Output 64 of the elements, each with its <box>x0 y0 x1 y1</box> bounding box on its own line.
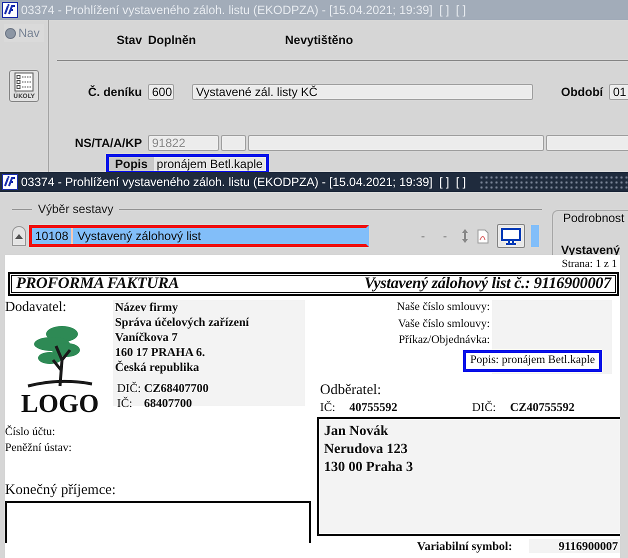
description-text: Popis: pronájem Betl.kaple <box>463 350 602 372</box>
id-value: 40755592 <box>349 400 398 414</box>
up-arrow-icon <box>15 234 23 238</box>
window-title: 03374 - Prohlížení vystaveného záloh. listu (EKODPZA) - [15.04.2021; 19:39] [ ] [ ] <box>21 3 466 17</box>
variable-symbol: 9116900007 <box>529 539 620 553</box>
section-label: Dodavatel: <box>5 300 68 316</box>
address-line: Vaníčkova 7 <box>115 330 179 345</box>
resize-icon[interactable] <box>461 228 469 244</box>
description-field[interactable]: pronájem Betl.kaple <box>154 157 266 171</box>
logo-text: LOGO <box>20 390 99 418</box>
bank-label: Peněžní ústav: <box>5 441 73 456</box>
reference-label: Příkaz/Objednávka: <box>398 333 491 348</box>
screen-output-button[interactable] <box>497 224 525 248</box>
journal-number-field[interactable]: 600 <box>148 84 174 100</box>
scroll-up-button[interactable] <box>12 226 26 246</box>
id-value: 68407700 <box>144 396 192 411</box>
group-legend: Podrobnost <box>561 211 626 225</box>
reference-label: Naše číslo smlouvy: <box>396 300 491 315</box>
address-line: Název firmy <box>115 300 179 315</box>
field-label: NS/TA/A/KP <box>74 136 142 150</box>
address-line: Nerudova 123 <box>324 441 409 459</box>
input-field[interactable] <box>546 135 628 151</box>
bank-label: Číslo účtu: <box>5 424 56 440</box>
field-label: Popis <box>109 157 154 171</box>
empty-value: - <box>443 229 447 243</box>
section-label: Odběratel: <box>320 382 382 399</box>
id-label: IČ: <box>320 400 336 414</box>
id-value: CZ40755592 <box>510 400 575 414</box>
report-row[interactable]: 10108 Vystavený zálohový list <box>29 225 369 247</box>
input-field[interactable] <box>221 135 246 151</box>
empty-value: - <box>421 229 425 243</box>
selection-bar <box>531 225 539 247</box>
id-label: DIČ: <box>117 381 140 396</box>
address-line: Jan Novák <box>324 423 390 441</box>
address-line: Správa účelových zařízení <box>115 315 250 330</box>
field-label: Variabilní symbol: <box>417 539 514 553</box>
section-label: Konečný příjemce: <box>5 482 117 499</box>
group-legend: Výběr sestavy <box>38 202 114 216</box>
pdf-icon[interactable] <box>477 228 489 244</box>
report-code: 10108 <box>32 228 74 244</box>
period-field[interactable]: 01 <box>609 84 628 100</box>
id-label: DIČ: <box>472 400 496 414</box>
journal-name-field[interactable]: Vystavené zál. listy KČ <box>192 84 533 100</box>
address-line: 130 00 Praha 3 <box>324 459 414 477</box>
input-field[interactable] <box>248 135 544 151</box>
document-heading: PROFORMA FAKTURA <box>16 275 179 293</box>
field-label: Období <box>561 85 603 99</box>
id-label: IČ: <box>117 396 134 411</box>
document-title: Vystavený zálohový list č.: 9116900007 <box>364 275 611 293</box>
checklist-icon <box>14 72 34 92</box>
page-number: Strana: 1 z 1 <box>560 257 618 271</box>
app-icon <box>2 174 18 190</box>
field-label: Č. deníku <box>86 85 142 99</box>
reference-label: Vaše číslo smlouvy: <box>397 316 491 332</box>
id-value: CZ68407700 <box>144 381 209 396</box>
status-value: Nevytištěno <box>285 33 354 47</box>
field-label: Stav <box>116 33 142 47</box>
address-line: 160 17 PRAHA 6. <box>115 345 206 360</box>
window-title: 03374 - Prohlížení vystaveného záloh. listu (EKODPZA) - [15.04.2021; 19:39] [ ] [ ] <box>21 175 466 189</box>
details-heading: Vystavený <box>561 243 621 257</box>
address-line: Česká republika <box>115 360 200 375</box>
report-name: Vystavený zálohový list <box>76 229 202 243</box>
status-value: Doplněn <box>148 33 196 47</box>
app-icon <box>2 2 18 18</box>
